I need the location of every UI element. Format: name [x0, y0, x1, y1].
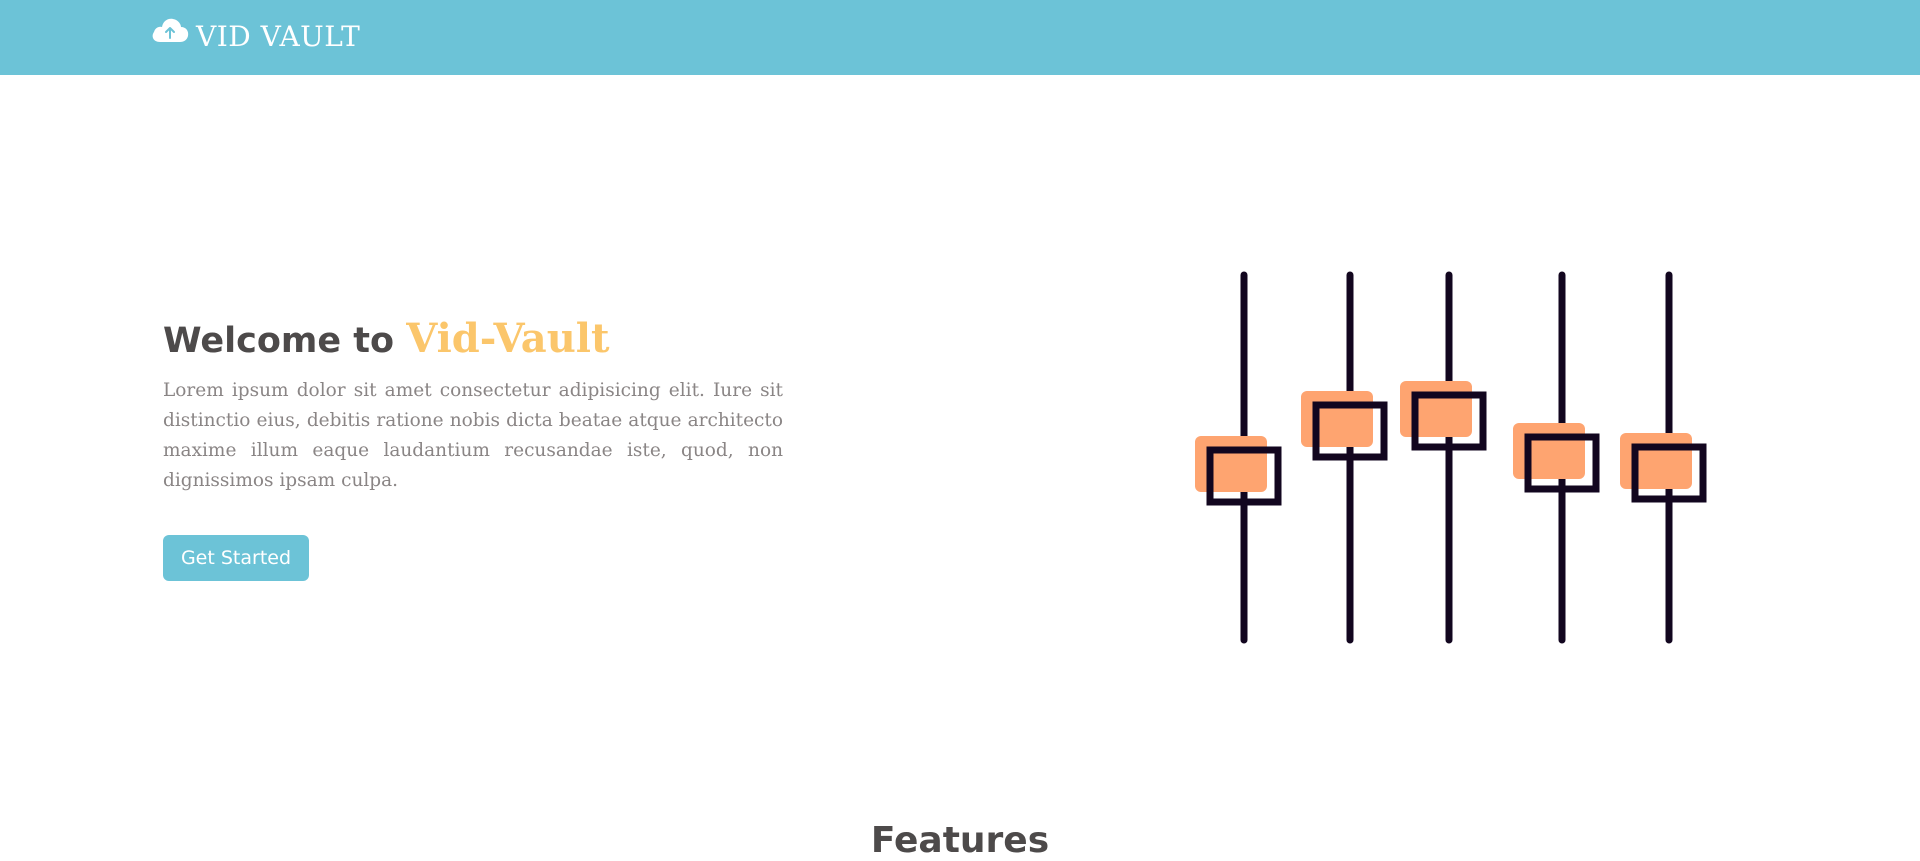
- slider-3: [1400, 271, 1487, 644]
- hero-title-accent: Vid-Vault: [406, 315, 610, 362]
- slider-2: [1301, 271, 1388, 644]
- slider-4: [1513, 271, 1600, 644]
- features-heading: Features: [870, 820, 1050, 861]
- hero-title-prefix: Welcome to: [163, 321, 407, 361]
- navbar: VID VAULT: [0, 0, 1920, 75]
- hero-description: Lorem ipsum dolor sit amet consectetur a…: [163, 380, 783, 491]
- brand-link[interactable]: VID VAULT: [150, 8, 360, 64]
- equalizer-sliders-icon: [1195, 271, 1707, 644]
- brand-name: VID VAULT: [196, 19, 361, 53]
- get-started-button[interactable]: Get Started: [163, 535, 309, 581]
- hero-content: Welcome to Vid-Vault Lorem ipsum dolor s…: [163, 315, 783, 496]
- cloud-upload-icon: [152, 18, 189, 42]
- hero-title: Welcome to Vid-Vault: [163, 315, 783, 362]
- slider-5: [1620, 271, 1707, 644]
- slider-1: [1195, 271, 1282, 644]
